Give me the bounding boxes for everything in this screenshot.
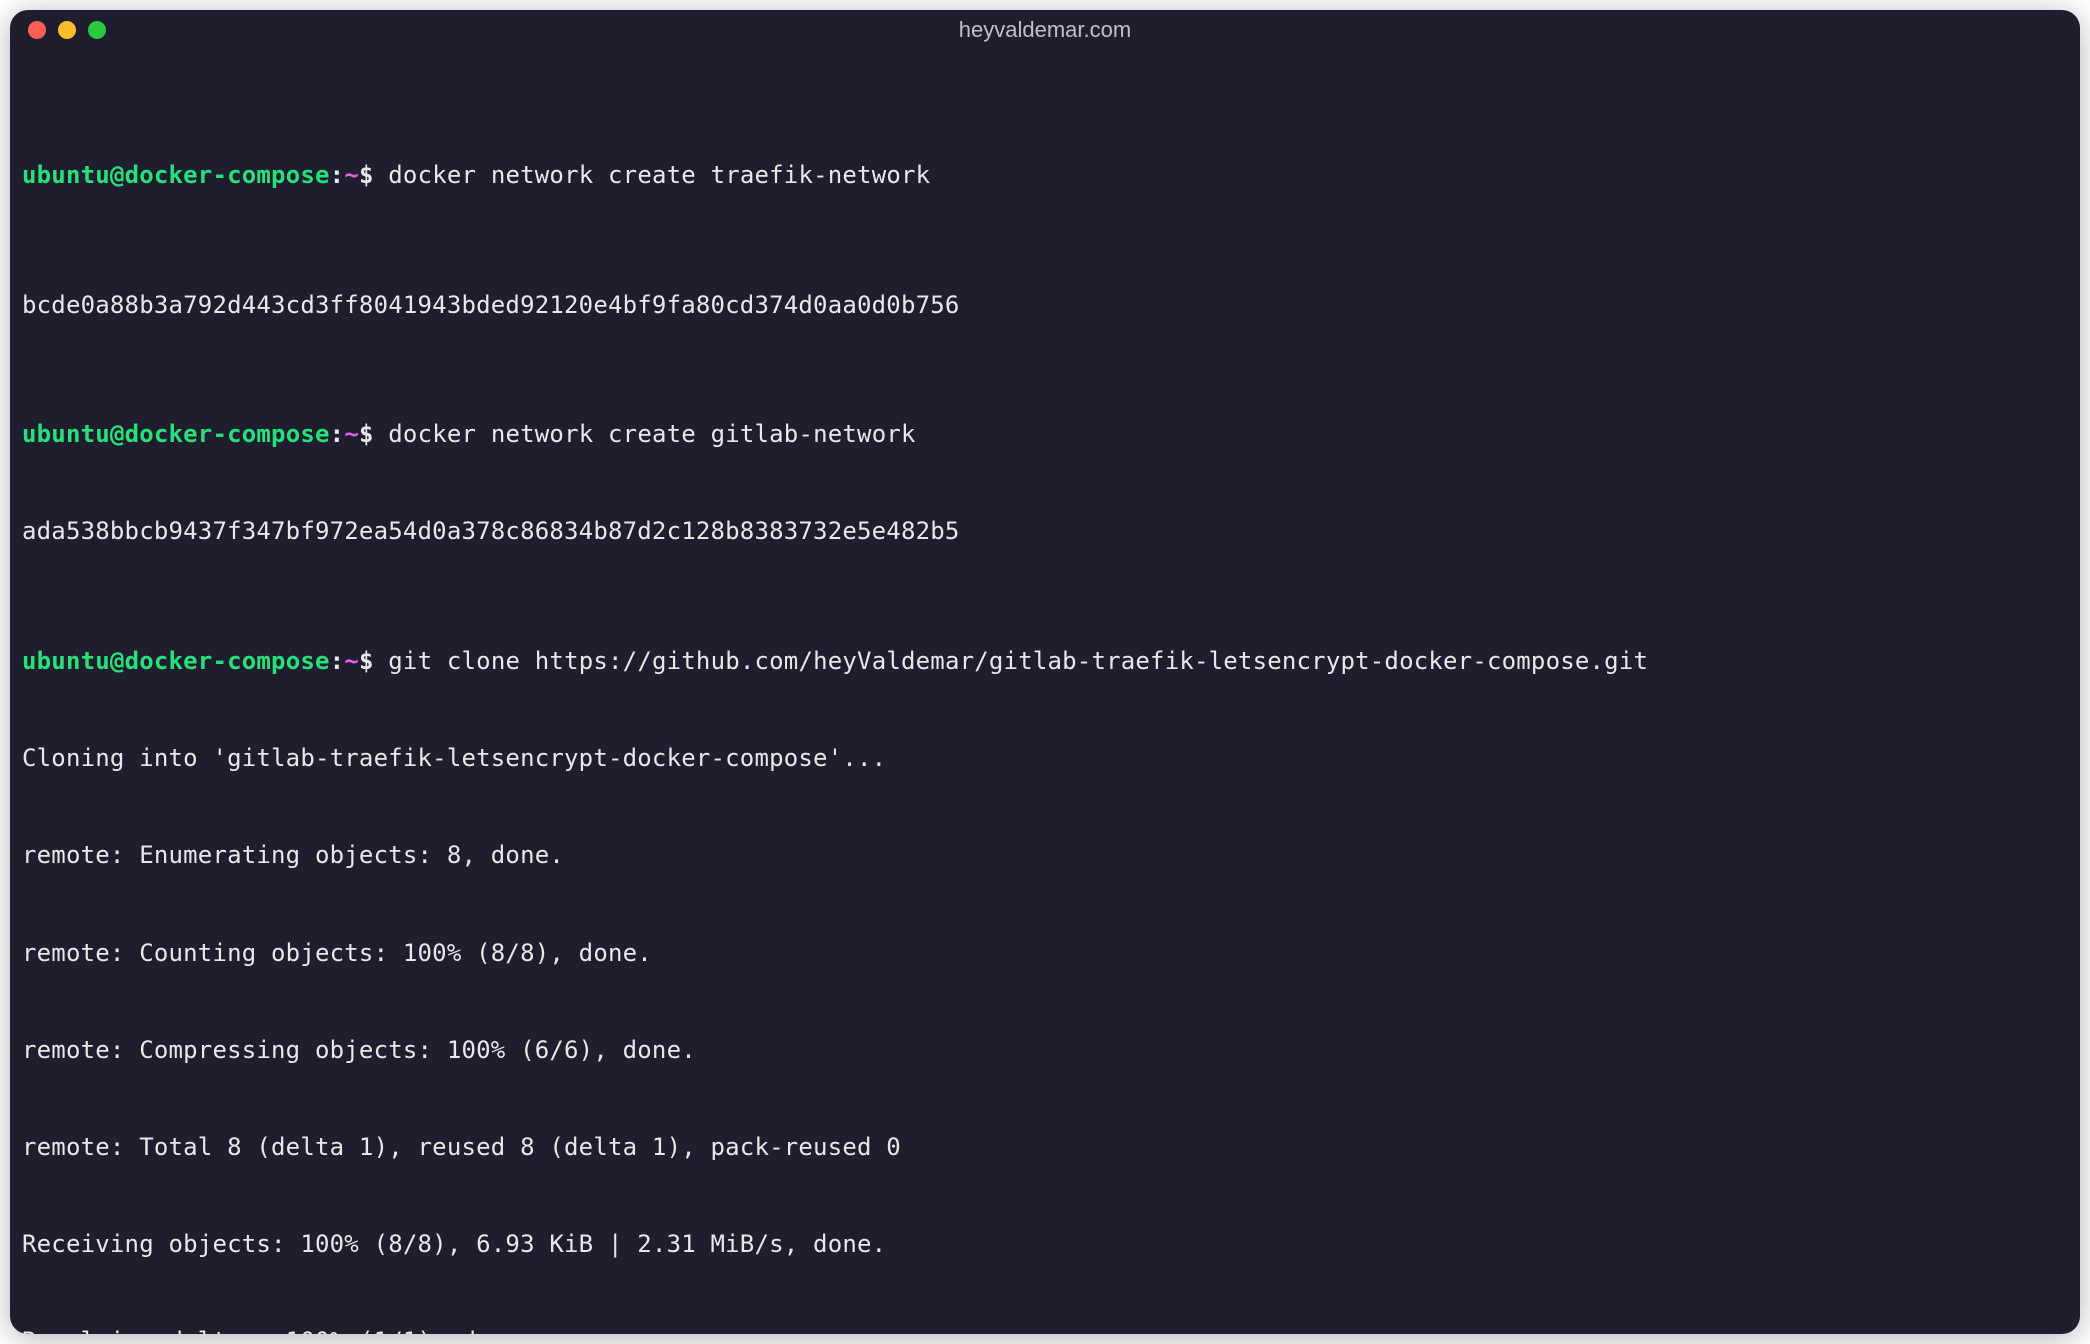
command-text: docker network create gitlab-network	[388, 420, 915, 448]
prompt-colon: :	[330, 161, 345, 189]
terminal-line: ubuntu@docker-compose:~$ docker network …	[22, 418, 2068, 450]
terminal-output: Resolving deltas: 100% (1/1), done.	[22, 1325, 2068, 1334]
titlebar: heyvaldemar.com	[10, 10, 2080, 50]
terminal-body[interactable]: ubuntu@docker-compose:~$ docker network …	[10, 50, 2080, 1334]
window-title: heyvaldemar.com	[10, 17, 2080, 43]
terminal-output: bcde0a88b3a792d443cd3ff8041943bded92120e…	[22, 289, 2068, 321]
terminal-output: ada538bbcb9437f347bf972ea54d0a378c86834b…	[22, 515, 2068, 547]
terminal-line: ubuntu@docker-compose:~$ docker network …	[22, 159, 2068, 191]
minimize-icon[interactable]	[58, 21, 76, 39]
close-icon[interactable]	[28, 21, 46, 39]
terminal-output: Receiving objects: 100% (8/8), 6.93 KiB …	[22, 1228, 2068, 1260]
terminal-output: remote: Compressing objects: 100% (6/6),…	[22, 1034, 2068, 1066]
terminal-window: heyvaldemar.com ubuntu@docker-compose:~$…	[10, 10, 2080, 1334]
terminal-output: remote: Enumerating objects: 8, done.	[22, 839, 2068, 871]
terminal-output: Cloning into 'gitlab-traefik-letsencrypt…	[22, 742, 2068, 774]
command-text: docker network create traefik-network	[388, 161, 930, 189]
prompt-host: docker-compose	[125, 161, 330, 189]
prompt-path: ~	[344, 161, 359, 189]
terminal-output: remote: Total 8 (delta 1), reused 8 (del…	[22, 1131, 2068, 1163]
terminal-line: ubuntu@docker-compose:~$ git clone https…	[22, 645, 2068, 677]
terminal-output: remote: Counting objects: 100% (8/8), do…	[22, 937, 2068, 969]
maximize-icon[interactable]	[88, 21, 106, 39]
command-text: git clone https://github.com/heyValdemar…	[388, 647, 1648, 675]
prompt-at: @	[110, 161, 125, 189]
traffic-lights	[28, 21, 106, 39]
prompt-user: ubuntu	[22, 161, 110, 189]
prompt-dollar: $	[359, 161, 374, 189]
